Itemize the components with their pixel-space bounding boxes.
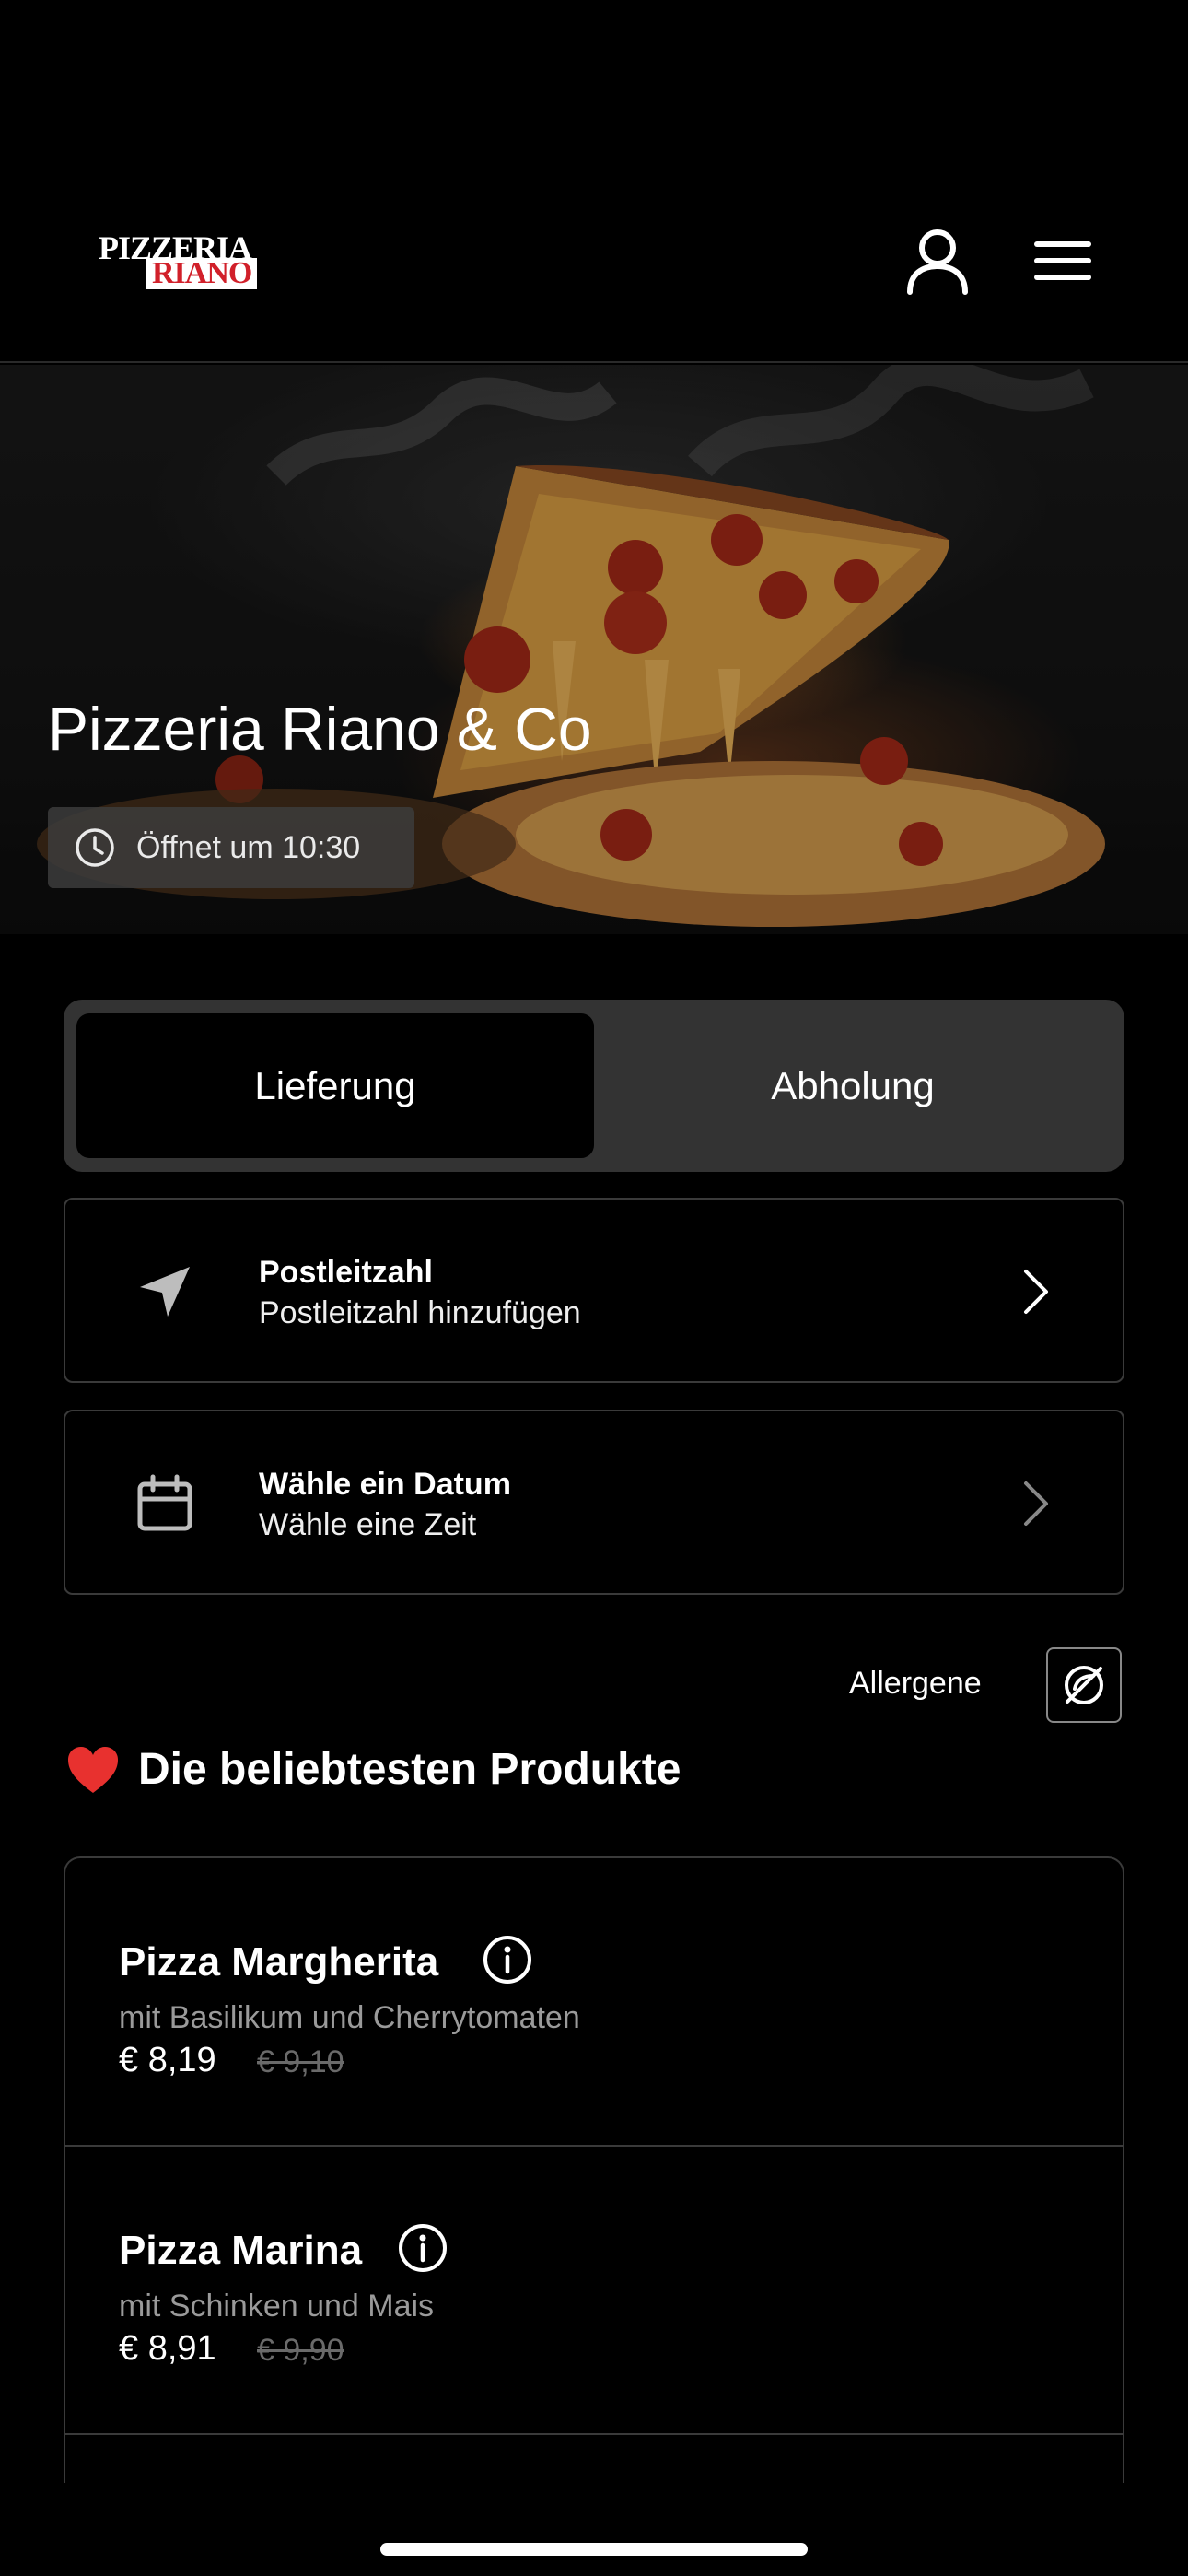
product-name: Pizza Marina bbox=[119, 2228, 363, 2273]
product-item[interactable]: Pizza Margherita mit Basilikum und Cherr… bbox=[65, 1858, 1123, 2147]
time-subtitle: Wähle eine Zeit bbox=[259, 1507, 477, 1542]
allergens-label[interactable]: Allergene bbox=[849, 1666, 982, 1702]
date-title: Wähle ein Datum bbox=[259, 1467, 511, 1502]
product-name: Pizza Margherita bbox=[119, 1939, 439, 1985]
app-header: PIZZERIA RIANO bbox=[0, 0, 1188, 363]
product-description: mit Schinken und Mais bbox=[119, 2289, 435, 2324]
order-mode-switch: Lieferung Abholung bbox=[64, 1000, 1124, 1172]
section-title: Die beliebtesten Produkte bbox=[138, 1745, 681, 1794]
clock-icon bbox=[76, 828, 114, 867]
opening-hours-text: Öffnet um 10:30 bbox=[136, 829, 361, 865]
postal-code-selector[interactable]: Postleitzahl Postleitzahl hinzufügen bbox=[64, 1198, 1124, 1383]
product-old-price: € 9,90 bbox=[257, 2333, 344, 2368]
tab-pickup[interactable]: Abholung bbox=[594, 1013, 1112, 1158]
product-list: Pizza Margherita mit Basilikum und Cherr… bbox=[64, 1856, 1124, 2483]
postal-code-subtitle: Postleitzahl hinzufügen bbox=[259, 1295, 581, 1330]
hamburger-menu-icon[interactable] bbox=[1028, 226, 1098, 296]
calendar-icon bbox=[137, 1474, 192, 1531]
product-item[interactable]: Pizza Marina mit Schinken und Mais € 8,9… bbox=[65, 2147, 1123, 2435]
hero-banner: Pizzeria Riano & Co Öffnet um 10:30 bbox=[0, 365, 1188, 934]
restaurant-name: Pizzeria Riano & Co bbox=[48, 695, 592, 763]
heart-icon bbox=[68, 1746, 118, 1793]
allergen-filter-icon bbox=[1065, 1666, 1103, 1704]
location-arrow-icon bbox=[140, 1267, 190, 1317]
product-price: € 8,91 bbox=[119, 2329, 216, 2368]
info-icon[interactable] bbox=[397, 2222, 448, 2274]
product-old-price: € 9,10 bbox=[257, 2044, 344, 2079]
allergen-filter-button[interactable] bbox=[1046, 1647, 1122, 1723]
chevron-right-icon bbox=[1024, 1270, 1048, 1314]
postal-code-title: Postleitzahl bbox=[259, 1255, 433, 1290]
date-time-selector[interactable]: Wähle ein Datum Wähle eine Zeit bbox=[64, 1410, 1124, 1595]
logo-text-bottom: RIANO bbox=[146, 258, 258, 289]
home-indicator[interactable] bbox=[380, 2543, 808, 2556]
chevron-right-icon bbox=[1024, 1481, 1048, 1526]
product-description: mit Basilikum und Cherrytomaten bbox=[119, 2000, 580, 2035]
opening-hours-badge: Öffnet um 10:30 bbox=[48, 807, 414, 888]
pizzeria-riano-logo[interactable]: PIZZERIA RIANO bbox=[99, 230, 258, 291]
product-price: € 8,19 bbox=[119, 2041, 216, 2079]
user-icon[interactable] bbox=[903, 226, 973, 296]
tab-delivery[interactable]: Lieferung bbox=[76, 1013, 594, 1158]
info-icon[interactable] bbox=[482, 1934, 533, 1985]
popular-products-heading: Die beliebtesten Produkte bbox=[66, 1744, 681, 1795]
